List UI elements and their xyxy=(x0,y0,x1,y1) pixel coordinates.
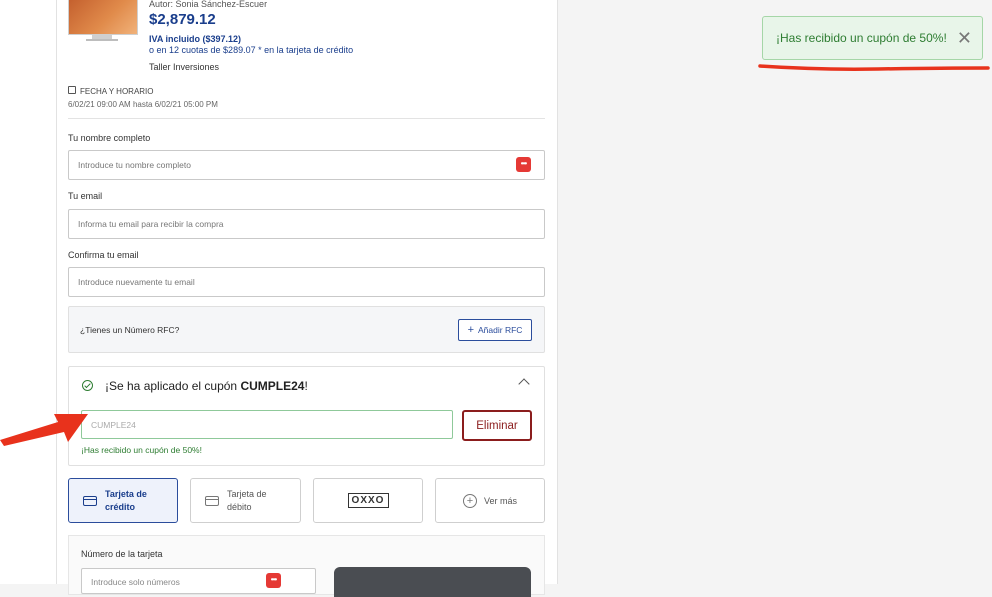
rfc-question: ¿Tienes un Número RFC? xyxy=(80,325,180,335)
payment-debit-card[interactable]: Tarjeta de débito xyxy=(190,478,301,523)
payment-more-label: Ver más xyxy=(483,495,517,506)
card-number-placeholder: Introduce solo números xyxy=(91,577,180,587)
name-placeholder: Introduce tu nombre completo xyxy=(78,160,191,170)
check-circle-icon xyxy=(82,380,93,391)
coupon-success-message: ¡Has recibido un cupón de 50%! xyxy=(81,445,202,455)
oxxo-logo: OXXO xyxy=(347,493,389,508)
coupon-code: CUMPLE24 xyxy=(240,379,305,393)
annotation-underline xyxy=(758,64,990,71)
product-thumbnail xyxy=(68,0,138,35)
name-label: Tu nombre completo xyxy=(68,133,151,143)
coupon-input-value: CUMPLE24 xyxy=(91,419,136,430)
payment-credit-label: Tarjeta de crédito xyxy=(105,488,147,512)
coupon-title-suffix: ! xyxy=(304,379,308,393)
close-icon[interactable]: ✕ xyxy=(957,28,972,48)
coupon-applied-title: ¡Se ha aplicado el cupón CUMPLE24! xyxy=(105,379,308,393)
confirm-email-input[interactable]: Introduce nuevamente tu email xyxy=(68,267,545,297)
add-rfc-label: Añadir RFC xyxy=(478,325,523,335)
product-iva: IVA incluido ($397.12) xyxy=(149,34,242,44)
plus-circle-icon: + xyxy=(462,493,477,508)
add-rfc-button[interactable]: + Añadir RFC xyxy=(458,319,532,341)
name-input[interactable]: Introduce tu nombre completo xyxy=(68,150,545,180)
product-price: $2,879.12 xyxy=(149,11,216,28)
credit-card-icon xyxy=(83,495,97,506)
coupon-toast: ¡Has recibido un cupón de 50%! ✕ xyxy=(762,16,983,60)
card-number-label: Número de la tarjeta xyxy=(81,549,163,559)
email-input[interactable]: Informa tu email para recibir la compra xyxy=(68,209,545,239)
section-divider xyxy=(68,118,545,119)
email-label: Tu email xyxy=(68,191,103,201)
card-preview xyxy=(334,567,531,597)
payment-debit-label: Tarjeta de débito xyxy=(227,488,267,512)
product-installments: o en 12 cuotas de $289.07 * en la tarjet… xyxy=(149,45,354,55)
coupon-input[interactable]: CUMPLE24 xyxy=(81,410,453,439)
payment-credit-card[interactable]: Tarjeta de crédito xyxy=(68,478,178,523)
plus-icon: + xyxy=(467,324,475,336)
password-manager-icon[interactable]: ••• xyxy=(266,573,281,588)
email-placeholder: Informa tu email para recibir la compra xyxy=(78,219,224,229)
payment-oxxo[interactable]: OXXO xyxy=(313,478,423,523)
coupon-title-prefix: ¡Se ha aplicado el cupón xyxy=(105,379,241,393)
confirm-email-label: Confirma tu email xyxy=(68,250,139,260)
remove-coupon-button[interactable]: Eliminar xyxy=(462,410,532,441)
payment-more[interactable]: + Ver más xyxy=(435,478,545,523)
product-vendor: Taller Inversiones xyxy=(149,62,220,72)
calendar-icon xyxy=(68,86,76,94)
confirm-email-placeholder: Introduce nuevamente tu email xyxy=(78,277,195,287)
password-manager-icon[interactable]: ••• xyxy=(516,157,531,172)
debit-card-icon xyxy=(205,495,219,506)
schedule-label: FECHA Y HORARIO xyxy=(80,87,154,96)
product-author: Autor: Sonia Sánchez-Escuer xyxy=(149,0,268,9)
monitor-foot xyxy=(86,39,118,41)
schedule-value: 6/02/21 09:00 AM hasta 6/02/21 05:00 PM xyxy=(68,100,218,109)
left-margin xyxy=(0,0,56,584)
toast-message: ¡Has recibido un cupón de 50%! xyxy=(776,31,947,45)
annotation-arrow xyxy=(0,414,88,446)
